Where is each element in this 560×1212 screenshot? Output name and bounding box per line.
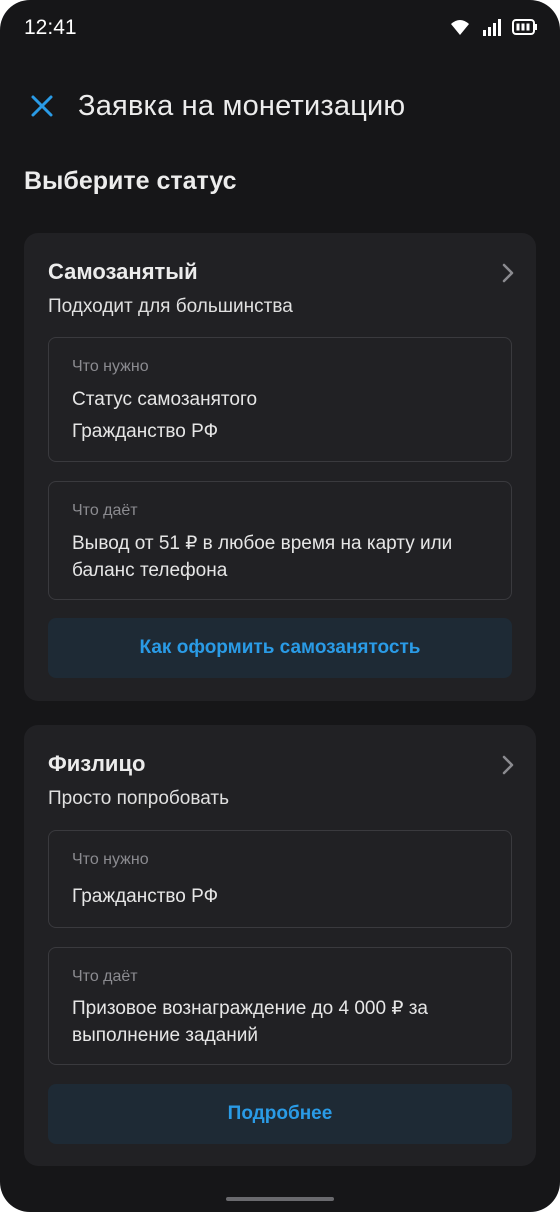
requirements-label: Что нужно <box>72 851 149 868</box>
benefits-label: Что даёт <box>72 502 138 519</box>
requirement-item: Статус самозанятого <box>72 389 258 410</box>
status-card-self-employed[interactable]: Самозанятый Подходит для большинства Что… <box>24 233 536 701</box>
benefits-text: Вывод от 51 ₽ в любое время на карту или… <box>72 533 453 581</box>
close-button[interactable] <box>22 88 62 128</box>
top-app-bar: Заявка на монетизацию <box>0 80 560 136</box>
card-title: Физлицо <box>48 751 146 776</box>
app-screen: 12:41 Заявка на монетизацию Выберите ста… <box>0 0 560 1212</box>
how-to-register-button[interactable]: Как оформить самозанятость <box>48 618 512 678</box>
chevron-right-icon <box>502 263 514 288</box>
close-icon <box>30 94 54 123</box>
page-title: Заявка на монетизацию <box>78 90 406 122</box>
requirements-list: Статус самозанятого Гражданство РФ <box>72 384 257 448</box>
benefits-text: Призовое вознаграждение до 4 000 ₽ за вы… <box>72 998 428 1046</box>
section-title: Выберите статус <box>24 167 237 195</box>
status-card-individual[interactable]: Физлицо Просто попробовать Что нужно Гра… <box>24 725 536 1166</box>
requirements-box: Что нужно Гражданство РФ <box>48 830 512 928</box>
more-details-button[interactable]: Подробнее <box>48 1084 512 1144</box>
card-title: Самозанятый <box>48 259 198 284</box>
wifi-icon <box>448 17 472 37</box>
home-indicator[interactable] <box>226 1197 334 1201</box>
status-icons <box>448 17 538 37</box>
requirements-label: Что нужно <box>72 358 149 375</box>
status-time: 12:41 <box>24 16 77 39</box>
requirements-box: Что нужно Статус самозанятого Гражданств… <box>48 337 512 462</box>
requirement-item: Гражданство РФ <box>72 421 219 442</box>
chevron-right-icon <box>502 755 514 780</box>
requirements-list: Гражданство РФ <box>72 881 218 913</box>
status-bar: 12:41 <box>0 0 560 60</box>
benefits-box: Что даёт Вывод от 51 ₽ в любое время на … <box>48 481 512 600</box>
requirement-item: Гражданство РФ <box>72 886 219 907</box>
benefits-box: Что даёт Призовое вознаграждение до 4 00… <box>48 947 512 1065</box>
battery-icon <box>512 19 538 35</box>
card-subtitle: Подходит для большинства <box>48 296 293 317</box>
benefits-label: Что даёт <box>72 968 138 985</box>
signal-icon <box>482 18 502 36</box>
card-subtitle: Просто попробовать <box>48 788 229 809</box>
